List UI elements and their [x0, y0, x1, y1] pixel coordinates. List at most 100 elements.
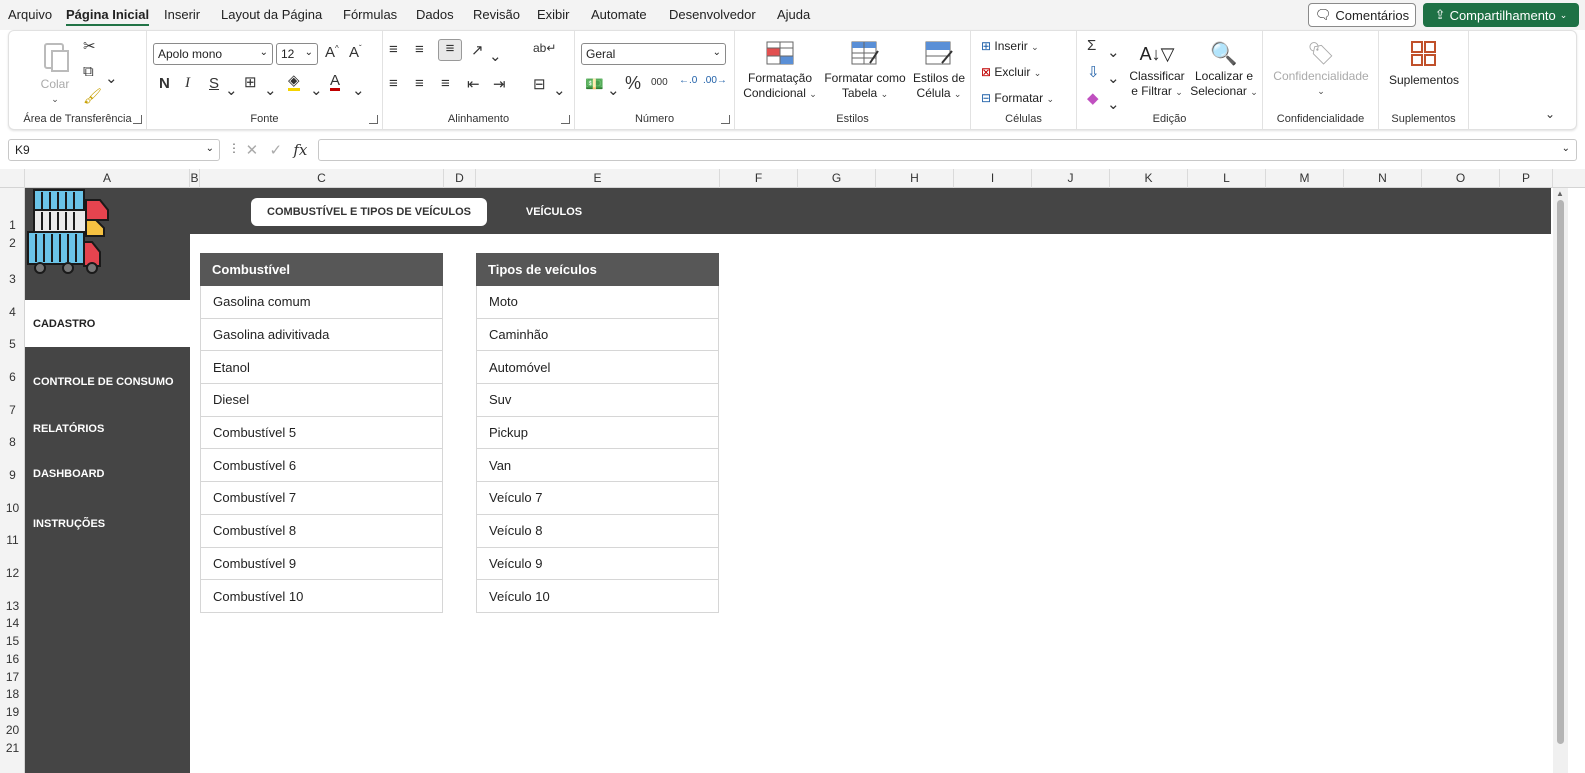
nav-controle-consumo[interactable]: CONTROLE DE CONSUMO: [25, 365, 190, 399]
table-row[interactable]: Combustível 10: [200, 580, 443, 613]
fill-color-icon[interactable]: ◈: [288, 73, 300, 91]
merge-center-icon[interactable]: ⊟: [533, 75, 546, 93]
menu-desenvolvedor[interactable]: Desenvolvedor: [669, 7, 756, 22]
menu-dados[interactable]: Dados: [416, 7, 454, 22]
dialog-launcher-icon[interactable]: [721, 115, 730, 124]
scroll-up-icon[interactable]: ▲: [1556, 189, 1564, 198]
cell-styles-button[interactable]: Estilos de Célula ⌄: [911, 39, 967, 102]
chevron-down-icon[interactable]: ⌄: [1562, 143, 1570, 154]
row-header[interactable]: 9: [0, 468, 25, 482]
menu-layout-pagina[interactable]: Layout da Página: [221, 7, 322, 22]
row-header[interactable]: 21: [0, 741, 25, 755]
nav-cadastro[interactable]: CADASTRO: [25, 300, 190, 347]
table-row[interactable]: Van: [476, 449, 719, 483]
chevron-down-icon[interactable]: ⌄: [553, 81, 566, 99]
chevron-down-icon[interactable]: ⌄: [105, 69, 118, 87]
chevron-down-icon[interactable]: ⌄: [1107, 95, 1120, 113]
menu-ajuda[interactable]: Ajuda: [777, 7, 810, 22]
row-header[interactable]: 1: [0, 218, 25, 232]
chevron-down-icon[interactable]: ⌄: [310, 81, 323, 99]
table-row[interactable]: Combustível 9: [200, 547, 443, 581]
formula-input[interactable]: ⌄: [318, 139, 1577, 161]
column-header[interactable]: G: [798, 169, 876, 188]
align-center-icon[interactable]: ≡: [415, 75, 424, 92]
check-icon[interactable]: ✓: [269, 141, 282, 159]
conditional-formatting-button[interactable]: Formatação Condicional ⌄: [741, 39, 819, 102]
sensitivity-button[interactable]: 🏷 Confidencialidade ⌄: [1267, 39, 1375, 99]
comments-button[interactable]: 🗨 Comentários: [1308, 3, 1416, 27]
currency-icon[interactable]: 💵: [585, 75, 604, 93]
menu-exibir[interactable]: Exibir: [537, 7, 570, 22]
column-header[interactable]: C: [200, 169, 444, 188]
cancel-icon[interactable]: ✕: [246, 141, 259, 159]
more-options-icon[interactable]: ⋮: [228, 141, 240, 155]
nav-instrucoes[interactable]: INSTRUÇÕES: [25, 507, 190, 541]
bold-button[interactable]: N: [159, 75, 170, 92]
row-header[interactable]: 18: [0, 687, 25, 701]
font-name-select[interactable]: Apolo mono ⌄: [153, 43, 273, 65]
nav-dashboard[interactable]: DASHBOARD: [25, 457, 190, 491]
clear-icon[interactable]: ◆: [1087, 89, 1099, 107]
orientation-icon[interactable]: ↗: [471, 41, 484, 59]
row-header[interactable]: 17: [0, 670, 25, 684]
column-header[interactable]: E: [476, 169, 720, 188]
vertical-scrollbar[interactable]: ▲: [1553, 188, 1568, 773]
format-as-table-button[interactable]: Formatar como Tabela ⌄: [823, 39, 907, 102]
number-format-select[interactable]: Geral ⌄: [581, 43, 726, 65]
column-header[interactable]: I: [954, 169, 1032, 188]
row-header[interactable]: 12: [0, 566, 25, 580]
table-row[interactable]: Combustível 5: [200, 416, 443, 450]
column-header[interactable]: N: [1344, 169, 1422, 188]
insert-cells-button[interactable]: ⊞ Inserir ⌄: [981, 39, 1039, 55]
table-row[interactable]: Gasolina comum: [200, 286, 443, 319]
row-header[interactable]: 8: [0, 435, 25, 449]
share-button[interactable]: ⇪ Compartilhamento ⌄: [1423, 3, 1579, 27]
tab-combustivel-tipos[interactable]: COMBUSTÍVEL E TIPOS DE VEÍCULOS: [251, 198, 487, 226]
column-header[interactable]: O: [1422, 169, 1500, 188]
addins-button[interactable]: Suplementos: [1383, 39, 1465, 88]
font-color-icon[interactable]: A: [330, 73, 341, 91]
row-header[interactable]: 16: [0, 652, 25, 666]
table-row[interactable]: Diesel: [200, 384, 443, 417]
delete-cells-button[interactable]: ⊠ Excluir ⌄: [981, 65, 1041, 81]
chevron-down-icon[interactable]: ⌄: [607, 81, 620, 99]
paste-button[interactable]: Colar ⌄: [33, 39, 77, 107]
row-header[interactable]: 6: [0, 370, 25, 384]
row-header[interactable]: 13: [0, 599, 25, 613]
cut-icon[interactable]: ✂: [83, 37, 96, 55]
row-header[interactable]: 4: [0, 305, 25, 319]
select-all-corner[interactable]: [0, 169, 25, 188]
table-row[interactable]: Veículo 7: [476, 482, 719, 515]
collapse-ribbon-icon[interactable]: ⌄: [1545, 107, 1555, 121]
fill-icon[interactable]: ⇩: [1087, 63, 1100, 81]
align-bottom-icon[interactable]: ≡: [438, 39, 462, 61]
chevron-down-icon[interactable]: ⌄: [1107, 69, 1120, 87]
column-header[interactable]: K: [1110, 169, 1188, 188]
thousands-separator-icon[interactable]: 000: [651, 77, 668, 88]
row-header[interactable]: 15: [0, 634, 25, 648]
borders-icon[interactable]: ⊞: [244, 73, 257, 91]
row-header[interactable]: 5: [0, 337, 25, 351]
menu-formulas[interactable]: Fórmulas: [343, 7, 397, 22]
table-row[interactable]: Moto: [476, 286, 719, 319]
row-header[interactable]: 19: [0, 705, 25, 719]
align-left-icon[interactable]: ≡: [389, 75, 398, 92]
table-row[interactable]: Combustível 6: [200, 449, 443, 483]
row-header[interactable]: 2: [0, 236, 25, 250]
align-right-icon[interactable]: ≡: [441, 75, 450, 92]
column-header[interactable]: J: [1032, 169, 1110, 188]
dialog-launcher-icon[interactable]: [561, 115, 570, 124]
percent-icon[interactable]: %: [625, 73, 641, 94]
table-row[interactable]: Automóvel: [476, 351, 719, 385]
sort-filter-button[interactable]: A↓▽ Classificar e Filtrar ⌄: [1129, 39, 1185, 100]
table-row[interactable]: Caminhão: [476, 318, 719, 352]
dialog-launcher-icon[interactable]: [133, 115, 142, 124]
chevron-down-icon[interactable]: ⌄: [264, 81, 277, 99]
table-row[interactable]: Etanol: [200, 351, 443, 385]
autosum-icon[interactable]: Σ: [1087, 37, 1096, 54]
find-select-button[interactable]: 🔍 Localizar e Selecionar ⌄: [1189, 39, 1259, 100]
wrap-text-icon[interactable]: ab↵: [533, 41, 556, 55]
nav-relatorios[interactable]: RELATÓRIOS: [25, 412, 190, 446]
chevron-down-icon[interactable]: ⌄: [225, 81, 238, 99]
menu-revisao[interactable]: Revisão: [473, 7, 520, 22]
